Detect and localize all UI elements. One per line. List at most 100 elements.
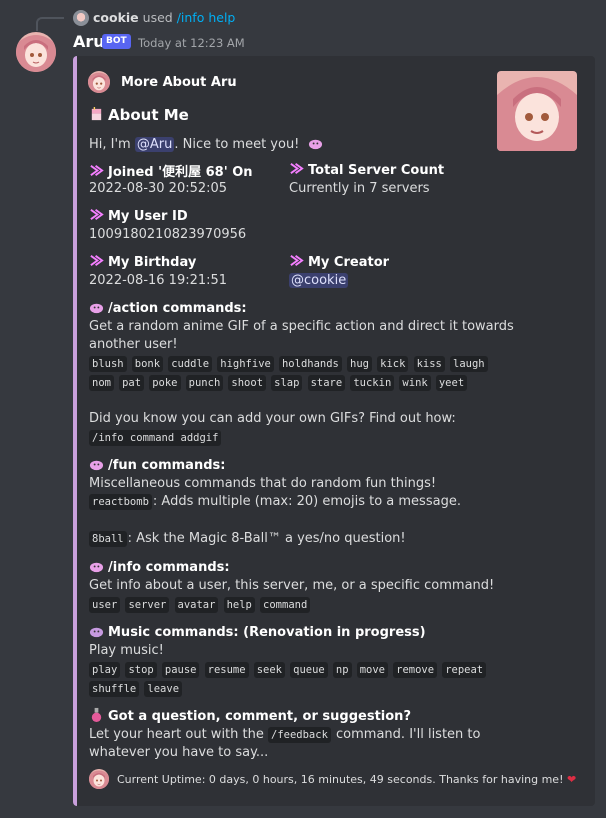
blob-emoji-icon xyxy=(89,627,104,638)
command-code: avatar xyxy=(174,597,219,613)
creator-mention[interactable]: @cookie xyxy=(289,273,349,288)
field-creator-name: My Creator xyxy=(289,253,389,270)
message-timestamp: Today at 12:23 AM xyxy=(138,36,245,50)
command-code: blush xyxy=(89,356,127,372)
action-cmd-row-1: blush bonk cuddle highfive holdhands hug… xyxy=(89,356,489,372)
footer-text: Current Uptime: 0 days, 0 hours, 16 minu… xyxy=(117,773,564,786)
intro-pre: Hi, I'm xyxy=(89,137,135,152)
sparkle-arrow-icon xyxy=(90,255,104,266)
command-code: bonk xyxy=(131,356,164,372)
embed-title: About Me xyxy=(89,106,189,124)
field-servers-value: Currently in 7 servers xyxy=(289,181,430,196)
command-code: hug xyxy=(347,356,372,372)
aru-mention[interactable]: @Aru xyxy=(134,137,175,152)
info-cmd-row: user server avatar help command xyxy=(89,597,311,613)
blob-emoji-icon xyxy=(308,139,322,150)
field-userid-label: My User ID xyxy=(108,209,188,224)
intro-post: . Nice to meet you! xyxy=(174,137,300,152)
embed-author-name: More About Aru xyxy=(121,75,237,90)
info-heading: /info commands: xyxy=(89,558,230,575)
command-code: slap xyxy=(271,375,303,391)
potion-icon xyxy=(91,707,102,722)
command-code: leave xyxy=(144,681,183,697)
reply-context[interactable]: cookie used /info help xyxy=(93,10,235,25)
command-code: remove xyxy=(393,662,438,678)
field-birthday-value: 2022-08-16 19:21:51 xyxy=(89,273,228,288)
music-heading-text: Music commands: (Renovation in progress) xyxy=(108,625,426,640)
sparkle-arrow-icon xyxy=(290,255,304,266)
reactbomb-line: reactbomb: Adds multiple (max: 20) emoji… xyxy=(89,494,461,510)
field-birthday-label: My Birthday xyxy=(108,255,197,270)
command-code: resume xyxy=(204,662,249,678)
action-desc-1: Get a random anime GIF of a specific act… xyxy=(89,319,514,334)
field-userid-value: 1009180210823970956 xyxy=(89,227,247,242)
reply-used-label: used xyxy=(142,10,173,25)
feedback-line-2: whatever you have to say... xyxy=(89,745,269,760)
8ball-desc: : Ask the Magic 8-Ball™ a yes/no questio… xyxy=(127,531,406,546)
field-userid-name: My User ID xyxy=(89,207,188,224)
fun-heading: /fun commands: xyxy=(89,456,225,473)
command-code: queue xyxy=(290,662,328,678)
command-code: seek xyxy=(253,662,285,678)
embed-footer-icon xyxy=(89,769,109,789)
command-code: user xyxy=(89,597,121,613)
feedback-pre: Let your heart out with the xyxy=(89,727,268,742)
feedback-line-1: Let your heart out with the /feedback co… xyxy=(89,727,481,743)
command-code: shuffle xyxy=(89,681,140,697)
fun-heading-text: /fun commands: xyxy=(108,458,226,473)
reply-username[interactable]: cookie xyxy=(93,10,139,25)
embed-thumbnail[interactable] xyxy=(497,71,577,151)
command-code: cuddle xyxy=(168,356,213,372)
field-servers-label: Total Server Count xyxy=(308,163,445,178)
field-joined-name: Joined '便利屋 68' On xyxy=(89,161,253,180)
command-code: shoot xyxy=(228,375,267,391)
command-code: pat xyxy=(119,375,145,391)
command-code: punch xyxy=(185,375,224,391)
command-code: poke xyxy=(149,375,181,391)
command-code: laugh xyxy=(450,356,488,372)
bot-avatar[interactable] xyxy=(16,32,56,72)
blob-emoji-icon xyxy=(89,460,104,471)
music-heading: Music commands: (Renovation in progress) xyxy=(89,623,426,640)
command-code: holdhands xyxy=(278,356,342,372)
reactbomb-cmd: reactbomb xyxy=(89,494,152,510)
blob-emoji-icon xyxy=(89,562,104,573)
gif-note: Did you know you can add your own GIFs? … xyxy=(89,411,456,426)
command-code: play xyxy=(89,662,121,678)
field-servers-name: Total Server Count xyxy=(289,161,444,178)
feedback-heading-text: Got a question, comment, or suggestion? xyxy=(108,709,411,724)
music-cmd-row-2: shuffle leave xyxy=(89,681,183,697)
heart-icon: ❤ xyxy=(566,773,577,786)
info-desc: Get info about a user, this server, me, … xyxy=(89,578,495,593)
action-heading-text: /action commands: xyxy=(108,301,247,316)
field-joined-label: Joined '便利屋 68' On xyxy=(108,165,253,180)
command-code: kick xyxy=(377,356,409,372)
feedback-heading: Got a question, comment, or suggestion? xyxy=(89,707,411,724)
info-heading-text: /info commands: xyxy=(108,560,230,575)
sparkle-arrow-icon xyxy=(90,209,104,220)
reply-user-avatar[interactable] xyxy=(73,10,89,26)
bot-username[interactable]: Aru xyxy=(73,32,105,51)
command-code: stare xyxy=(307,375,346,391)
command-code: highfive xyxy=(217,356,274,372)
field-creator-label: My Creator xyxy=(308,255,390,270)
reply-command[interactable]: /info help xyxy=(177,10,236,25)
embed-footer: Current Uptime: 0 days, 0 hours, 16 minu… xyxy=(117,773,576,786)
action-cmd-row-2: nom pat poke punch shoot slap stare tuck… xyxy=(89,375,468,391)
8ball-cmd: 8ball xyxy=(89,531,127,547)
sparkle-arrow-icon xyxy=(90,165,104,176)
reactbomb-desc: : Adds multiple (max: 20) emojis to a me… xyxy=(152,494,461,509)
embed-author-icon xyxy=(88,71,110,93)
sparkle-arrow-icon xyxy=(290,163,304,174)
command-code: move xyxy=(356,662,388,678)
command-code: wink xyxy=(399,375,431,391)
command-code: repeat xyxy=(442,662,487,678)
command-code: stop xyxy=(125,662,157,678)
blob-emoji-icon xyxy=(89,303,104,314)
command-code: np xyxy=(332,662,352,678)
feedback-post: command. I'll listen to xyxy=(331,727,481,742)
field-joined-value: 2022-08-30 20:52:05 xyxy=(89,181,228,196)
action-heading: /action commands: xyxy=(89,299,247,316)
8ball-line: 8ball: Ask the Magic 8-Ball™ a yes/no qu… xyxy=(89,531,406,547)
action-desc-2: another user! xyxy=(89,337,178,352)
